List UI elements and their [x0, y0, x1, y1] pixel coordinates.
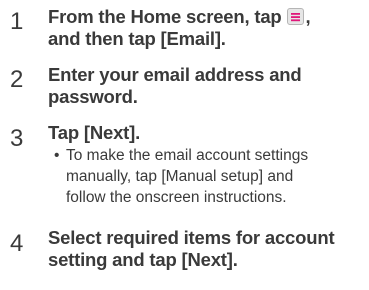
step-line: , — [305, 6, 311, 27]
note-line: follow the onscreen instructions. — [66, 189, 287, 206]
step-line: Enter your email address and — [48, 64, 302, 85]
step-number: 2 — [10, 66, 24, 93]
menu-key-icon — [287, 8, 305, 25]
step-instruction: Enter your email address and password. — [48, 64, 366, 108]
step-number: 4 — [10, 230, 24, 257]
step-line: Select required items for account — [48, 227, 335, 248]
step-line: and then tap [Email]. — [48, 28, 226, 49]
instruction-steps: 1 From the Home screen, tap , and then t… — [0, 0, 369, 290]
step-note: • To make the email account settings manu… — [54, 145, 366, 208]
note-line: manually, tap [Manual setup] and — [66, 168, 294, 185]
step-line: From the Home screen, tap — [48, 6, 287, 27]
step-line: setting and tap [Next]. — [48, 249, 238, 270]
bullet-glyph: • — [54, 147, 60, 164]
step-instruction: Tap [Next]. — [48, 122, 366, 144]
step-number: 3 — [10, 125, 24, 152]
step-instruction: From the Home screen, tap , and then tap… — [48, 6, 366, 50]
step-number: 1 — [10, 8, 24, 35]
step-line: password. — [48, 86, 138, 107]
note-line: To make the email account settings — [66, 147, 309, 164]
step-line: Tap [Next]. — [48, 122, 141, 143]
step-instruction: Select required items for account settin… — [48, 227, 366, 271]
